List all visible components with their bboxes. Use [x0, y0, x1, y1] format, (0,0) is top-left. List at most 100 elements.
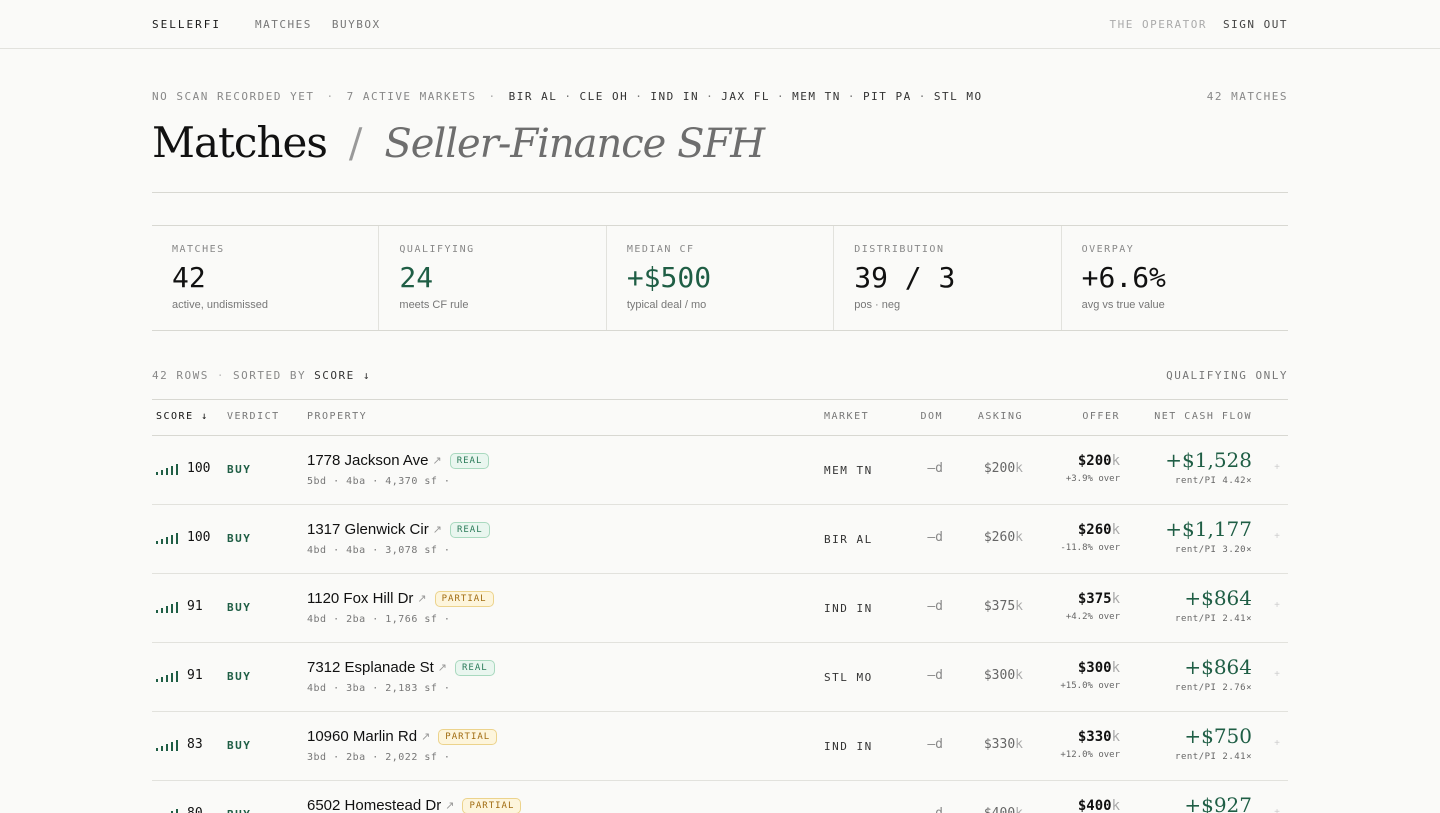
stat-value: 39 / 3: [854, 261, 956, 294]
expand-row-icon[interactable]: +: [1274, 669, 1280, 680]
market-tag[interactable]: BIR AL: [509, 90, 558, 103]
column-header-verdict[interactable]: VERDICT: [227, 411, 280, 422]
property-specs: 4bd · 4ba · 3,078 sf ·: [307, 545, 451, 556]
property-link[interactable]: 6502 Homestead Dr ↗ PARTIAL: [307, 797, 522, 813]
expand-row-icon[interactable]: +: [1274, 600, 1280, 611]
net-cash-flow-value: +$1,528: [1165, 448, 1252, 472]
score-bar: [171, 742, 173, 751]
table-row[interactable]: 100 BUY 1317 Glenwick Cir ↗ REAL 4bd · 4ba · …: [152, 505, 1288, 574]
expand-row-icon[interactable]: +: [1274, 807, 1280, 813]
table-row[interactable]: 100 BUY 1778 Jackson Ave ↗ REAL 5bd · 4ba · 4…: [152, 436, 1288, 505]
offer-price: $260k: [1078, 522, 1120, 538]
property-link[interactable]: 10960 Marlin Rd ↗ PARTIAL: [307, 728, 498, 745]
column-header-dom[interactable]: DOM: [920, 411, 943, 422]
score-bar: [161, 746, 163, 751]
table-row[interactable]: 91 BUY 7312 Esplanade St ↗ REAL 4bd · 3ba · 2…: [152, 643, 1288, 712]
column-header-score[interactable]: SCORE ↓: [156, 411, 209, 422]
separator: ·: [777, 90, 786, 103]
property-link[interactable]: 7312 Esplanade St ↗ REAL: [307, 659, 495, 676]
brand-logo[interactable]: SELLERFI: [152, 18, 221, 31]
page-title-subtitle: Seller-Finance SFH: [384, 121, 765, 167]
column-header-net-cash-flow[interactable]: NET CASH FLOW: [1154, 411, 1252, 422]
property-address[interactable]: 1317 Glenwick Cir: [307, 521, 429, 538]
asking-amount: $400: [984, 806, 1015, 813]
rent-pi-ratio: rent/PI 2.41×: [1175, 752, 1252, 762]
score-value: 80: [187, 806, 203, 813]
property-link[interactable]: 1778 Jackson Ave ↗ REAL: [307, 452, 490, 469]
score-bars-icon: [156, 739, 180, 751]
score-bar: [166, 744, 168, 751]
thousands-suffix: k: [1015, 806, 1023, 813]
score-bar: [156, 541, 158, 544]
score-bars-icon: [156, 808, 180, 813]
property-address[interactable]: 7312 Esplanade St: [307, 659, 434, 676]
thousands-suffix: k: [1015, 530, 1023, 545]
market-tag[interactable]: PIT PA: [863, 90, 912, 103]
property-address[interactable]: 10960 Marlin Rd: [307, 728, 417, 745]
property-specs: 5bd · 4ba · 4,370 sf ·: [307, 476, 451, 487]
external-link-icon[interactable]: ↗: [421, 730, 430, 743]
nav-link-matches[interactable]: MATCHES: [255, 18, 312, 31]
rent-pi-ratio: rent/PI 4.42×: [1175, 476, 1252, 486]
property-address[interactable]: 1778 Jackson Ave: [307, 452, 428, 469]
external-link-icon[interactable]: ↗: [445, 799, 454, 812]
market-tag[interactable]: CLE OH: [580, 90, 629, 103]
expand-row-icon[interactable]: +: [1274, 738, 1280, 749]
column-header-market[interactable]: MARKET: [824, 411, 869, 422]
table-row[interactable]: 80BUY6502 Homestead Dr↗PARTIAL—d$400k$40…: [152, 781, 1288, 813]
external-link-icon[interactable]: ↗: [432, 454, 441, 467]
qualifying-only-toggle[interactable]: QUALIFYING ONLY: [1166, 369, 1288, 382]
row-count: 42 ROWS: [152, 369, 209, 382]
score-bar: [176, 602, 178, 613]
market-tag[interactable]: MEM TN: [792, 90, 841, 103]
property-address[interactable]: 1120 Fox Hill Dr: [307, 590, 413, 607]
title-divider: /: [348, 121, 363, 167]
separator: ·: [635, 90, 644, 103]
external-link-icon[interactable]: ↗: [433, 523, 442, 536]
column-header-property[interactable]: PROPERTY: [307, 411, 367, 422]
property-address[interactable]: 6502 Homestead Dr: [307, 797, 441, 813]
external-link-icon[interactable]: ↗: [417, 592, 426, 605]
column-header-offer[interactable]: OFFER: [1082, 411, 1120, 422]
market-tag[interactable]: JAX FL: [721, 90, 770, 103]
overpay-percent: +4.2% over: [1065, 612, 1120, 622]
score-value: 100: [187, 461, 211, 476]
offer-amount: $260: [1077, 522, 1112, 538]
matches-table-body: 100 BUY 1778 Jackson Ave ↗ REAL 5bd · 4ba · 4…: [152, 436, 1288, 813]
stat-caption: pos · neg: [854, 299, 901, 311]
thousands-suffix: k: [1111, 660, 1120, 676]
sign-out-button[interactable]: SIGN OUT: [1223, 18, 1288, 31]
separator: ·: [706, 90, 715, 103]
score-bar: [166, 468, 168, 475]
external-link-icon[interactable]: ↗: [438, 661, 447, 674]
property-specs: 4bd · 2ba · 1,766 sf ·: [307, 614, 451, 625]
overpay-percent: +15.0% over: [1060, 681, 1120, 691]
score-value: 83: [187, 737, 203, 752]
property-link[interactable]: 1317 Glenwick Cir ↗ REAL: [307, 521, 490, 538]
market-code: STL MO: [824, 671, 873, 684]
sort-selector[interactable]: SCORE ↓: [314, 369, 371, 382]
nav-link-buybox[interactable]: BUYBOX: [332, 18, 381, 31]
asking-amount: $260: [983, 530, 1016, 545]
separator: ·: [488, 90, 497, 103]
data-quality-badge: REAL: [449, 521, 490, 538]
market-tag[interactable]: IND IN: [650, 90, 699, 103]
market-tag[interactable]: STL MO: [934, 90, 983, 103]
column-header-asking[interactable]: ASKING: [978, 411, 1023, 422]
rent-pi-ratio: rent/PI 2.41×: [1175, 614, 1252, 624]
expand-row-icon[interactable]: +: [1274, 531, 1280, 542]
table-row[interactable]: 83 BUY 10960 Marlin Rd ↗ PARTIAL 3bd · 2ba · …: [152, 712, 1288, 781]
table-row[interactable]: 91 BUY 1120 Fox Hill Dr ↗ PARTIAL 4bd · 2ba ·…: [152, 574, 1288, 643]
stat-card-median-cf: MEDIAN CF +$500 typical deal / mo: [605, 226, 833, 330]
offer-amount: $375: [1077, 591, 1112, 607]
verdict-badge: BUY: [227, 739, 252, 752]
stat-value: +6.6%: [1081, 261, 1166, 294]
net-cash-flow-value: +$750: [1184, 724, 1252, 748]
stat-caption: avg vs true value: [1081, 299, 1165, 311]
offer-amount: $200: [1077, 453, 1112, 469]
expand-row-icon[interactable]: +: [1274, 462, 1280, 473]
property-link[interactable]: 1120 Fox Hill Dr ↗ PARTIAL: [307, 590, 494, 607]
score-bar: [161, 677, 163, 682]
verdict-badge: BUY: [227, 532, 252, 545]
score-bars-icon: [156, 601, 180, 613]
